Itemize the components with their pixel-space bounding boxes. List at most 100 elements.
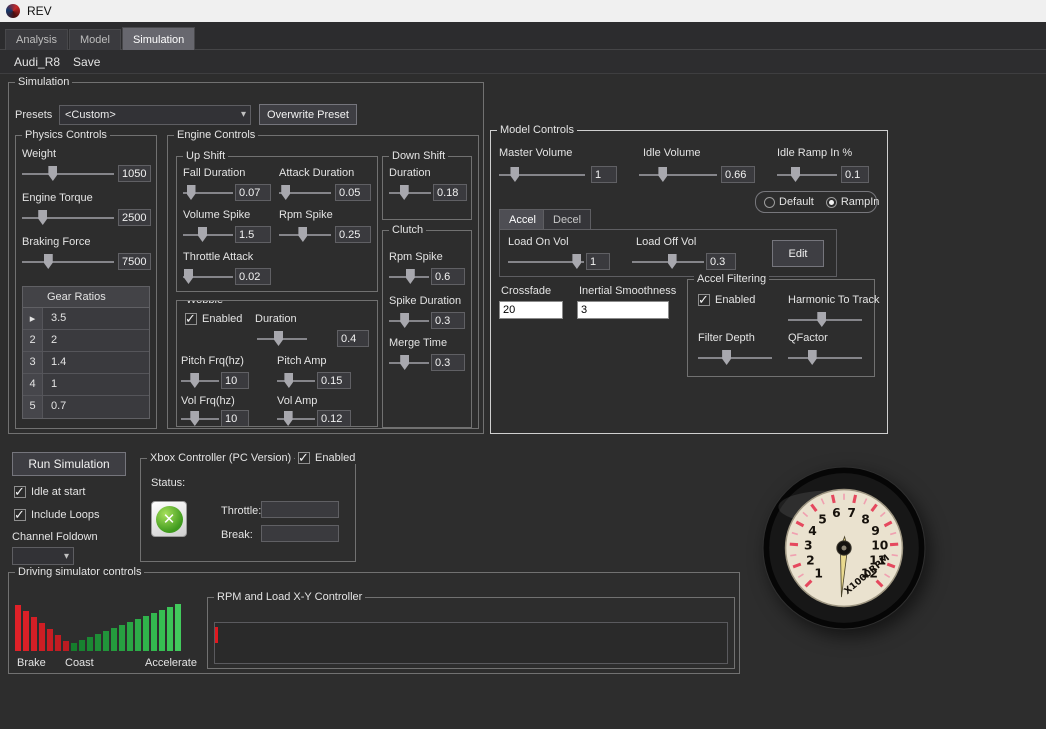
clutch-rpm-spike-label: Rpm Spike	[389, 251, 443, 263]
run-simulation-button[interactable]: Run Simulation	[12, 452, 126, 476]
down-shift-duration-slider[interactable]	[389, 185, 431, 201]
table-row[interactable]: 5 0.7	[23, 396, 149, 418]
checkbox-label: Enabled	[202, 313, 243, 325]
tab-model[interactable]: Model	[68, 29, 121, 50]
load-on-label: Load On Vol	[508, 236, 569, 248]
vol-amp-slider[interactable]	[277, 411, 315, 426]
svg-text:8: 8	[861, 512, 870, 526]
svg-text:3: 3	[804, 539, 813, 553]
menu-bar: Audi_R8 Save	[0, 50, 1046, 73]
idle-ramp-slider[interactable]	[777, 167, 837, 183]
crossfade-label: Crossfade	[501, 285, 552, 297]
weight-value: 1050	[118, 165, 151, 182]
attack-duration-slider[interactable]	[279, 185, 331, 201]
pitch-frq-slider[interactable]	[181, 373, 219, 389]
tab-analysis[interactable]: Analysis	[5, 29, 68, 50]
svg-text:10: 10	[871, 539, 888, 553]
radio-rampin[interactable]: RampIn	[825, 196, 880, 208]
engine-controls-group: Engine Controls Up Shift Fall Duration 0…	[167, 129, 479, 429]
engine-torque-slider[interactable]	[22, 210, 114, 226]
radio-label: RampIn	[840, 196, 880, 208]
table-row[interactable]: 3 1.4	[23, 352, 149, 374]
xy-controller-pad[interactable]	[214, 622, 728, 664]
row-header[interactable]: 3	[23, 352, 43, 373]
inertial-smoothness-input[interactable]: 3	[577, 301, 669, 319]
rpm-spike-value: 0.25	[335, 226, 371, 243]
menu-item-project[interactable]: Audi_R8	[14, 55, 60, 69]
tab-accel[interactable]: Accel	[499, 209, 546, 229]
row-header[interactable]: 5	[23, 396, 43, 418]
edit-button[interactable]: Edit	[772, 240, 824, 267]
wobble-duration-value: 0.4	[337, 330, 369, 347]
checkbox-box	[698, 292, 710, 308]
vol-frq-label: Vol Frq(hz)	[181, 395, 235, 407]
pitch-amp-slider[interactable]	[277, 373, 315, 389]
up-shift-group: Up Shift Fall Duration 0.07 Attack Durat…	[176, 150, 378, 292]
row-selector-marker[interactable]: ▸	[23, 308, 43, 329]
fall-duration-slider[interactable]	[183, 185, 233, 201]
checkbox-box	[185, 311, 197, 327]
gear-ratio-cell[interactable]: 1.4	[43, 352, 149, 373]
title-bar: REV	[0, 0, 1046, 22]
checkbox-box	[298, 450, 310, 466]
tabs-row: Analysis Model Simulation	[5, 27, 196, 50]
harmonic-to-track-slider[interactable]	[788, 312, 862, 328]
load-off-slider[interactable]	[632, 254, 704, 270]
vol-amp-label: Vol Amp	[277, 395, 318, 407]
pitch-amp-value: 0.15	[317, 372, 351, 389]
accel-filtering-enabled-checkbox[interactable]: Enabled	[698, 292, 755, 308]
include-loops-checkbox[interactable]: Include Loops	[14, 507, 100, 523]
braking-force-slider[interactable]	[22, 254, 114, 270]
vol-frq-slider[interactable]	[181, 411, 219, 426]
gear-ratio-cell[interactable]: 0.7	[43, 396, 149, 418]
rpm-spike-slider[interactable]	[279, 227, 331, 243]
tab-decel[interactable]: Decel	[543, 209, 592, 229]
table-row[interactable]: ▸ 3.5	[23, 308, 149, 330]
table-row[interactable]: 2 2	[23, 330, 149, 352]
app-icon	[6, 4, 20, 18]
xbox-enabled-checkbox[interactable]: Enabled	[295, 450, 359, 466]
volume-spike-slider[interactable]	[183, 227, 233, 243]
weight-label: Weight	[22, 148, 57, 160]
presets-label: Presets	[15, 109, 53, 121]
table-row[interactable]: 4 1	[23, 374, 149, 396]
spike-duration-slider[interactable]	[389, 313, 429, 329]
radio-circle-icon	[764, 196, 775, 208]
qfactor-slider[interactable]	[788, 350, 862, 366]
clutch-rpm-spike-slider[interactable]	[389, 269, 429, 285]
driving-group-title: Driving simulator controls	[15, 566, 145, 579]
merge-time-slider[interactable]	[389, 355, 429, 371]
gear-ratio-cell[interactable]: 1	[43, 374, 149, 395]
vol-frq-value: 10	[221, 410, 249, 426]
menu-item-save[interactable]: Save	[73, 55, 100, 69]
menu-separator	[0, 73, 1046, 74]
filter-depth-slider[interactable]	[698, 350, 772, 366]
wobble-enabled-checkbox[interactable]: Enabled	[185, 311, 243, 327]
throttle-attack-slider[interactable]	[183, 269, 233, 285]
weight-slider[interactable]	[22, 166, 114, 182]
gear-ratio-cell[interactable]: 3.5	[43, 308, 149, 329]
master-volume-slider[interactable]	[499, 167, 585, 183]
idle-volume-slider[interactable]	[639, 167, 717, 183]
radio-default[interactable]: Default	[764, 196, 814, 208]
chevron-down-icon	[64, 551, 69, 563]
throttle-input[interactable]	[261, 501, 339, 518]
row-header[interactable]: 4	[23, 374, 43, 395]
physics-controls-group: Physics Controls Weight 1050 Engine Torq…	[15, 129, 157, 429]
xy-controller-title: RPM and Load X-Y Controller	[214, 591, 366, 604]
overwrite-preset-button[interactable]: Overwrite Preset	[259, 104, 357, 125]
row-header[interactable]: 2	[23, 330, 43, 351]
gear-ratio-cell[interactable]: 2	[43, 330, 149, 351]
wobble-duration-slider[interactable]	[257, 331, 307, 347]
braking-force-label: Braking Force	[22, 236, 91, 248]
tab-simulation[interactable]: Simulation	[121, 27, 196, 50]
crossfade-input[interactable]: 20	[499, 301, 563, 319]
radio-label: Default	[779, 196, 814, 208]
filter-depth-label: Filter Depth	[698, 332, 755, 344]
idle-at-start-checkbox[interactable]: Idle at start	[14, 484, 85, 500]
break-input[interactable]	[261, 525, 339, 542]
channel-foldown-combobox[interactable]	[12, 547, 74, 565]
rpm-spike-label: Rpm Spike	[279, 209, 333, 221]
presets-combobox[interactable]: <Custom>	[59, 105, 251, 125]
load-on-slider[interactable]	[508, 254, 584, 270]
